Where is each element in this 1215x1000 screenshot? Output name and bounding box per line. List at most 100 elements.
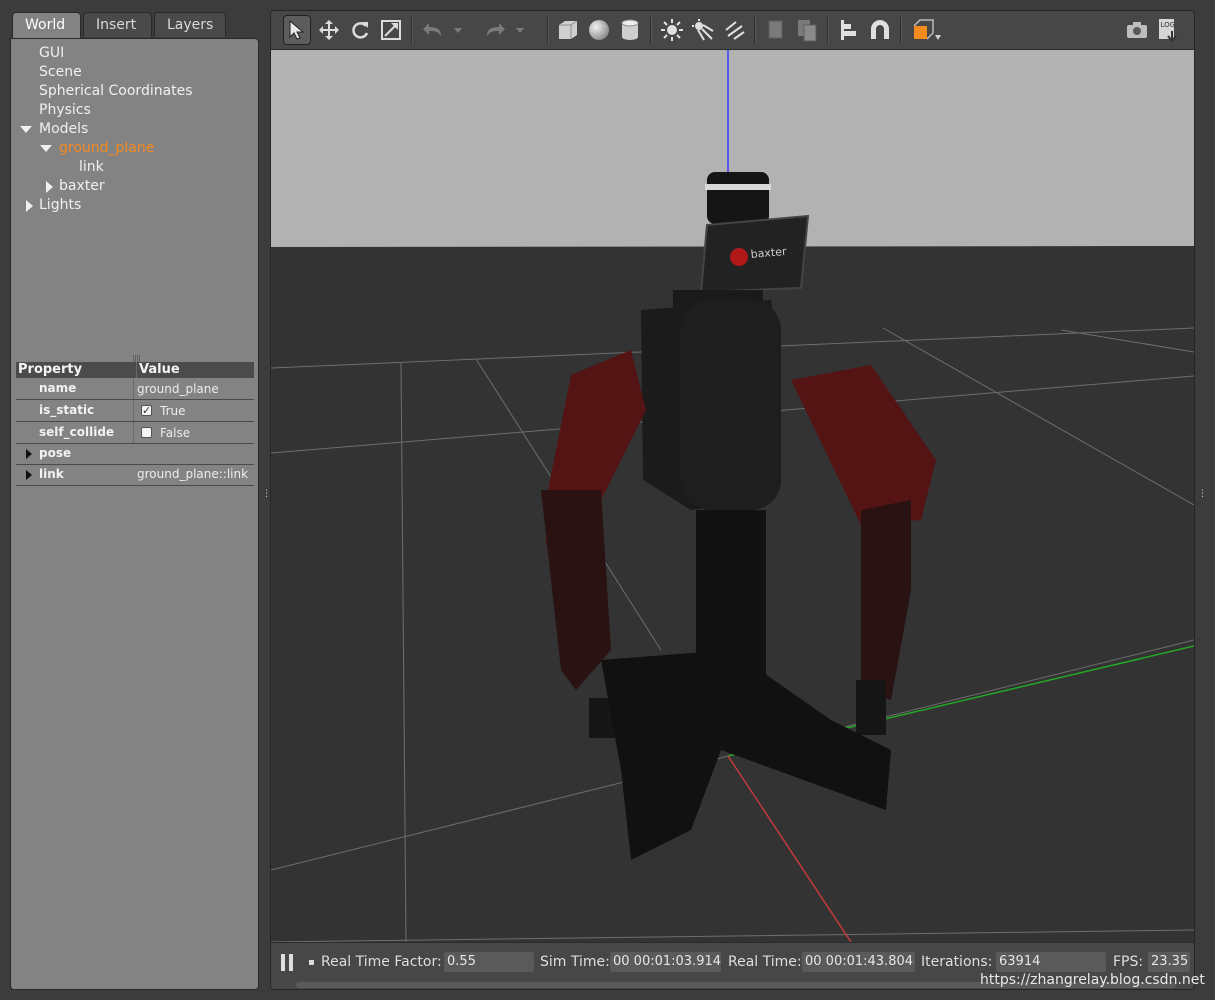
insert-box-button[interactable] (554, 15, 582, 45)
tree-item-physics[interactable]: Physics (11, 101, 258, 120)
iterations-label: Iterations: (921, 954, 993, 970)
insert-directional-light-button[interactable] (720, 15, 748, 45)
property-value: True (134, 400, 186, 421)
tree-item-label: Models (39, 121, 89, 137)
rtf-label: Real Time Factor: (321, 954, 442, 970)
tree-item-spherical-coordinates[interactable]: Spherical Coordinates (11, 82, 258, 101)
panel-resize-handle[interactable]: ⋮ (262, 490, 271, 499)
expand-arrow-icon[interactable] (26, 449, 32, 459)
undo-button[interactable] (419, 15, 447, 45)
tab-insert[interactable]: Insert (83, 12, 152, 37)
watermark-text: https://zhangrelay.blog.csdn.net (980, 972, 1205, 988)
property-value-text: ground_plane (137, 381, 219, 396)
tab-world[interactable]: World (12, 12, 81, 39)
tree-item-lights[interactable]: Lights (11, 196, 258, 215)
pause-button[interactable] (281, 954, 295, 971)
translate-icon (319, 20, 339, 40)
property-name: name (16, 378, 134, 399)
paste-icon (798, 20, 817, 42)
tree-item-scene[interactable]: Scene (11, 63, 258, 82)
sim-time-value: 00 00:01:03.914 (610, 952, 721, 972)
self-collide-checkbox[interactable] (141, 427, 152, 438)
box-icon (559, 20, 578, 39)
translate-mode-button[interactable] (315, 15, 343, 45)
property-row-is-static[interactable]: is_static True (16, 400, 254, 422)
expand-arrow-icon[interactable] (26, 470, 32, 480)
tree-item-models[interactable]: Models (11, 120, 258, 139)
scene-viewport[interactable]: baxter (271, 50, 1194, 942)
tree-item-label: link (79, 159, 104, 175)
insert-spot-light-button[interactable] (689, 15, 717, 45)
head-ring (705, 184, 771, 190)
is-static-checkbox[interactable] (141, 401, 152, 421)
redo-dropdown-button[interactable] (513, 15, 527, 45)
tree-item-ground-plane[interactable]: ground_plane (11, 139, 258, 158)
header-property: Property (16, 362, 137, 378)
real-time-label: Real Time: (728, 954, 802, 970)
tree-item-link[interactable]: link (11, 158, 258, 177)
log-button[interactable]: LOG (1154, 15, 1182, 45)
log-icon-text: LOG (1161, 21, 1176, 29)
select-icon (289, 19, 305, 40)
sim-time-label: Sim Time: (540, 954, 610, 970)
tree-item-label: Lights (39, 197, 82, 213)
property-table: Property Value name ground_plane is_stat… (16, 362, 254, 486)
redo-button[interactable] (481, 15, 509, 45)
robot-upper-body (681, 300, 781, 510)
scale-mode-button[interactable] (377, 15, 405, 45)
property-table-header: Property Value (16, 362, 254, 378)
undo-dropdown-icon (454, 28, 462, 33)
tab-layers[interactable]: Layers (154, 12, 226, 37)
toolbar: LOG (271, 11, 1194, 50)
scale-icon (381, 20, 401, 40)
expand-arrow-icon[interactable] (20, 126, 32, 133)
redo-dropdown-icon (516, 28, 524, 33)
pause-icon-bar (289, 954, 293, 971)
insert-point-light-button[interactable] (658, 15, 686, 45)
main-area: LOG baxter ▪ Real Time Factor: 0.55 Sim … (270, 10, 1195, 990)
snap-button[interactable] (866, 15, 894, 45)
redo-icon (487, 23, 505, 36)
tree-item-label: Scene (39, 64, 82, 80)
property-group-link[interactable]: link ground_plane::link (16, 465, 254, 486)
step-icon[interactable]: ▪ (308, 957, 315, 968)
select-mode-button[interactable] (283, 15, 311, 45)
toolbar-separator (754, 17, 756, 43)
toolbar-separator (827, 17, 829, 43)
property-row-self-collide[interactable]: self_collide False (16, 422, 254, 444)
toolbar-separator (900, 17, 902, 43)
view-angle-button[interactable] (908, 15, 944, 45)
tree-item-baxter[interactable]: baxter (11, 177, 258, 196)
toolbar-separator (547, 17, 549, 43)
world-tree: GUI Scene Spherical Coordinates Physics … (11, 44, 258, 215)
paste-button[interactable] (793, 15, 821, 45)
tree-item-label: ground_plane (59, 140, 155, 156)
fps-label: FPS: (1113, 954, 1144, 970)
property-value: ground_plane (134, 378, 219, 399)
panel-tabs: World Insert Layers (12, 12, 226, 39)
expand-arrow-icon[interactable] (40, 145, 52, 152)
property-group-pose[interactable]: pose (16, 444, 254, 465)
align-icon (841, 20, 856, 40)
insert-sphere-button[interactable] (585, 15, 613, 45)
screenshot-button[interactable] (1123, 15, 1151, 45)
tree-item-label: baxter (59, 178, 105, 194)
robot-screen-logo (730, 248, 748, 266)
sphere-icon (589, 20, 609, 40)
pause-icon-bar (281, 954, 285, 971)
rotate-mode-button[interactable] (346, 15, 374, 45)
property-name: self_collide (16, 422, 134, 443)
right-panel-resize-handle[interactable]: ⋮ (1198, 490, 1207, 499)
tree-item-gui[interactable]: GUI (11, 44, 258, 63)
snap-icon (871, 20, 889, 39)
undo-dropdown-button[interactable] (451, 15, 465, 45)
tree-item-label: Physics (39, 102, 91, 118)
collapse-arrow-icon[interactable] (26, 200, 33, 212)
copy-button[interactable] (762, 15, 790, 45)
undo-icon (423, 23, 441, 36)
collapse-arrow-icon[interactable] (46, 181, 53, 193)
property-row-name[interactable]: name ground_plane (16, 378, 254, 400)
insert-cylinder-button[interactable] (616, 15, 644, 45)
align-button[interactable] (835, 15, 863, 45)
point-light-icon (661, 19, 683, 41)
